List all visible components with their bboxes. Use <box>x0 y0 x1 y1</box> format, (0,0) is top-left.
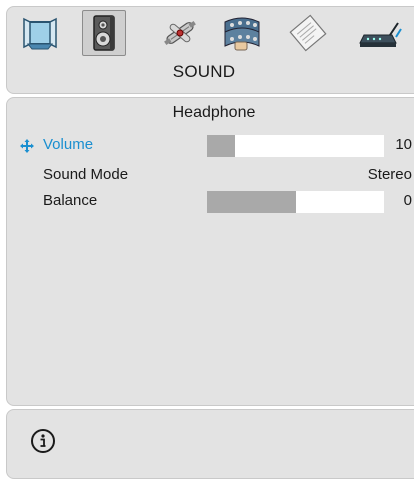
balance-slider-fill <box>207 191 296 213</box>
setting-row-volume[interactable]: Volume 10 <box>0 134 414 158</box>
setting-row-sound-mode[interactable]: Sound Mode Stereo <box>0 164 414 188</box>
section-title: Headphone <box>172 104 256 121</box>
volume-slider[interactable] <box>207 135 384 157</box>
network-router-icon[interactable] <box>358 10 402 56</box>
setting-value: 0 <box>403 192 412 209</box>
info-bar <box>6 409 414 479</box>
setting-row-balance[interactable]: Balance 0 <box>0 190 414 214</box>
info-icon[interactable] <box>30 428 56 454</box>
document-icon[interactable] <box>286 10 330 56</box>
film-reel-icon[interactable] <box>220 10 264 56</box>
setting-label: Sound Mode <box>43 166 129 183</box>
setting-value: Stereo <box>367 166 412 183</box>
page-title: SOUND <box>172 62 236 81</box>
speaker-icon[interactable] <box>82 10 126 56</box>
setting-label: Volume <box>43 136 94 153</box>
setting-label: Balance <box>43 192 98 209</box>
balance-slider[interactable] <box>207 191 384 213</box>
volume-slider-fill <box>207 135 236 157</box>
tools-icon[interactable] <box>158 10 202 56</box>
move-cursor-icon <box>20 139 34 153</box>
setting-value: 10 <box>395 136 412 153</box>
picture-icon[interactable] <box>18 10 62 56</box>
